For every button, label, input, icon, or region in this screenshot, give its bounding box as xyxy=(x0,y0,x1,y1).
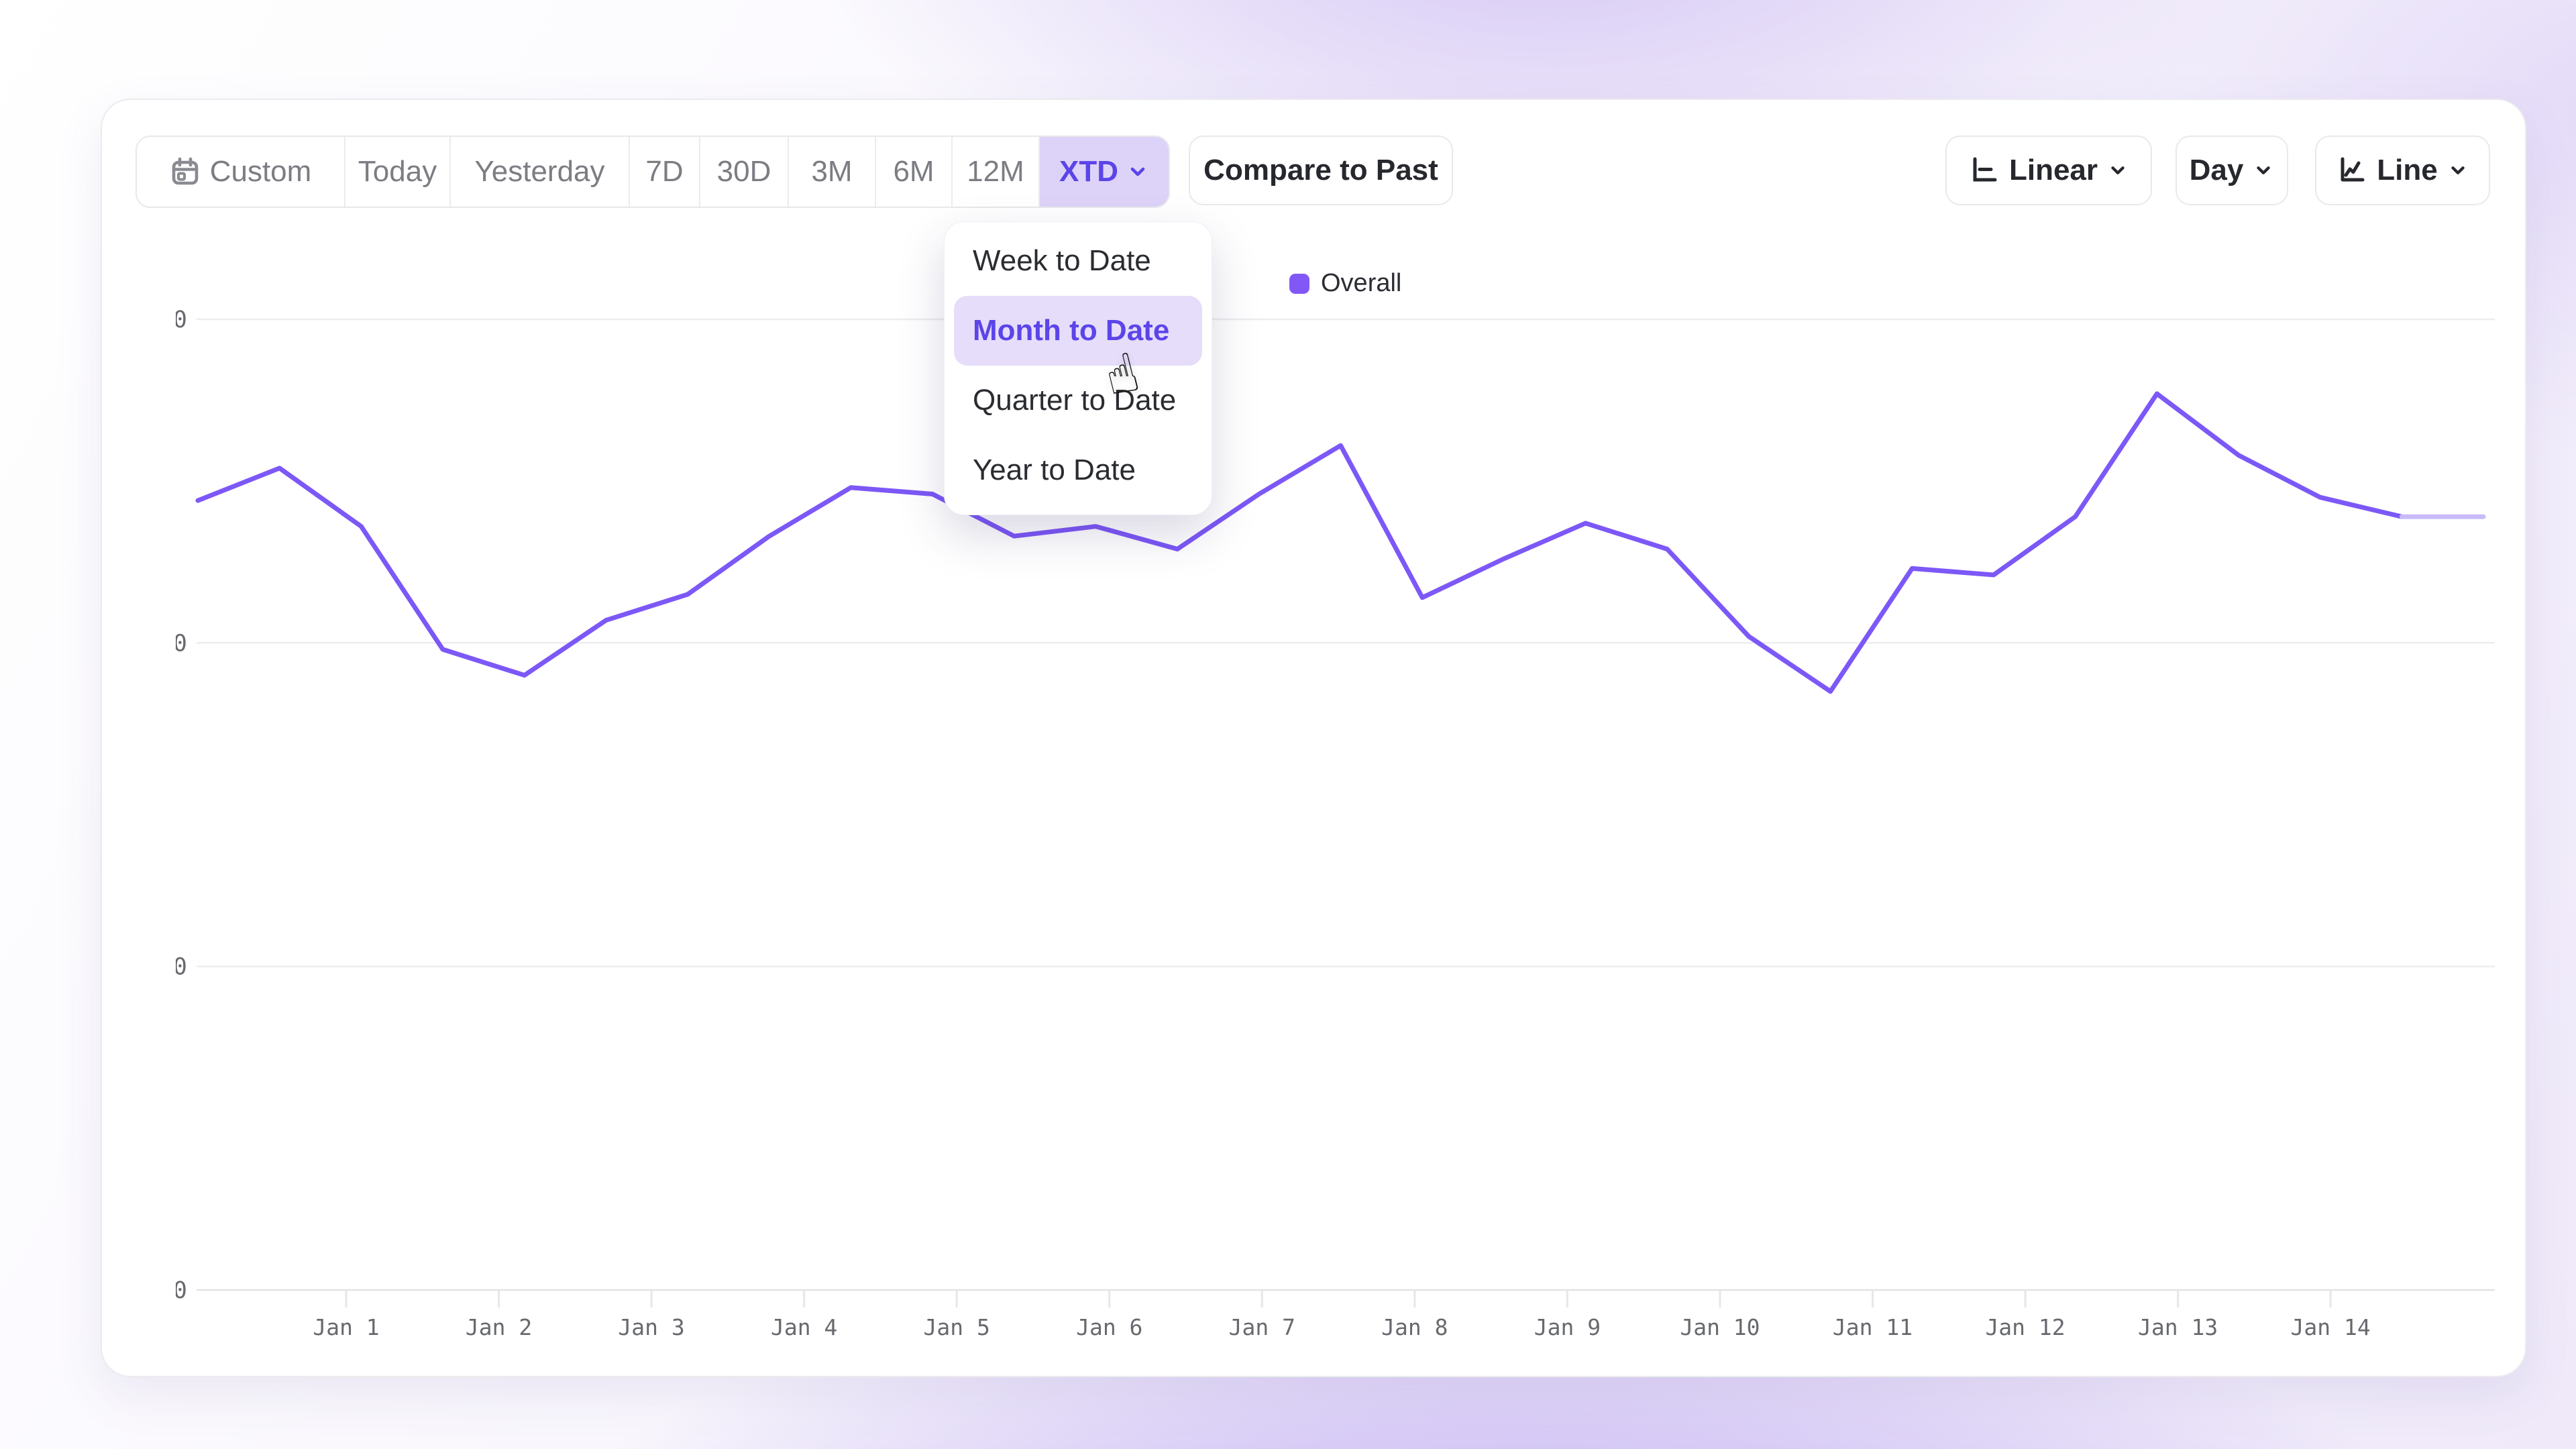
date-range-segmented-control: Custom Today Yesterday 7D 30D 3M 6M 12M … xyxy=(136,136,1170,208)
x-axis-label: Jan 10 xyxy=(1680,1314,1760,1340)
x-axis-label: Jan 13 xyxy=(2138,1314,2218,1340)
date-range-xtd-button[interactable]: XTD xyxy=(1040,137,1169,207)
date-range-dropdown-menu: Week to Date Month to Date Quarter to Da… xyxy=(944,221,1212,515)
x-axis-label: Jan 2 xyxy=(466,1314,532,1340)
menu-item-quarter-to-date[interactable]: Quarter to Date xyxy=(945,366,1212,435)
series-line-overall xyxy=(198,394,2402,692)
x-axis-label: Jan 6 xyxy=(1076,1314,1142,1340)
chart-type-select[interactable]: Line xyxy=(2315,136,2490,205)
line-chart[interactable]: 0 100 200 300 Jan 1 Jan 2 Jan 3 Jan 4 Jan 5 Jan 6… xyxy=(176,297,2510,1343)
scale-select[interactable]: Linear xyxy=(1945,136,2152,205)
x-axis-label: Jan 5 xyxy=(924,1314,990,1340)
y-axis-label: 200 xyxy=(176,630,187,657)
x-axis-label: Jan 9 xyxy=(1534,1314,1601,1340)
date-range-custom-button[interactable]: Custom xyxy=(137,137,345,207)
date-range-12m-button[interactable]: 12M xyxy=(953,137,1040,207)
insight-card: Custom Today Yesterday 7D 30D 3M 6M 12M … xyxy=(101,99,2526,1377)
date-range-label: Custom xyxy=(210,155,312,189)
chevron-down-icon xyxy=(2253,160,2274,181)
date-range-3m-button[interactable]: 3M xyxy=(789,137,876,207)
legend-series-label: Overall xyxy=(1321,269,1401,298)
x-axis-label: Jan 8 xyxy=(1381,1314,1448,1340)
date-range-today-button[interactable]: Today xyxy=(345,137,451,207)
chart-legend: Overall xyxy=(1289,269,1401,298)
calendar-icon xyxy=(170,156,201,187)
legend-swatch xyxy=(1289,274,1309,294)
date-range-7d-button[interactable]: 7D xyxy=(630,137,700,207)
y-axis-label: 0 xyxy=(176,1277,187,1304)
linear-scale-icon xyxy=(1969,155,2000,186)
y-axis-label: 300 xyxy=(176,307,187,333)
app-background: { "toolbar": { "date_ranges": [ {"label"… xyxy=(0,0,2576,1449)
y-axis-label: 100 xyxy=(176,954,187,981)
menu-item-month-to-date[interactable]: Month to Date xyxy=(954,296,1202,366)
x-axis-label: Jan 1 xyxy=(313,1314,379,1340)
chevron-down-icon xyxy=(2447,160,2469,181)
interval-select[interactable]: Day xyxy=(2176,136,2288,205)
x-axis-label: Jan 4 xyxy=(771,1314,837,1340)
x-axis-label: Jan 11 xyxy=(1833,1314,1913,1340)
x-axis-label: Jan 12 xyxy=(1985,1314,2065,1340)
x-axis-label: Jan 3 xyxy=(618,1314,684,1340)
menu-item-year-to-date[interactable]: Year to Date xyxy=(945,435,1212,505)
compare-to-past-button[interactable]: Compare to Past xyxy=(1189,136,1453,205)
x-axis-label: Jan 7 xyxy=(1229,1314,1295,1340)
date-range-30d-button[interactable]: 30D xyxy=(700,137,789,207)
date-range-6m-button[interactable]: 6M xyxy=(876,137,953,207)
chevron-down-icon xyxy=(2107,160,2129,181)
menu-item-week-to-date[interactable]: Week to Date xyxy=(945,226,1212,296)
x-axis-label: Jan 14 xyxy=(2291,1314,2371,1340)
chevron-down-icon xyxy=(1126,160,1149,183)
line-chart-icon xyxy=(2337,155,2367,186)
date-range-yesterday-button[interactable]: Yesterday xyxy=(451,137,630,207)
